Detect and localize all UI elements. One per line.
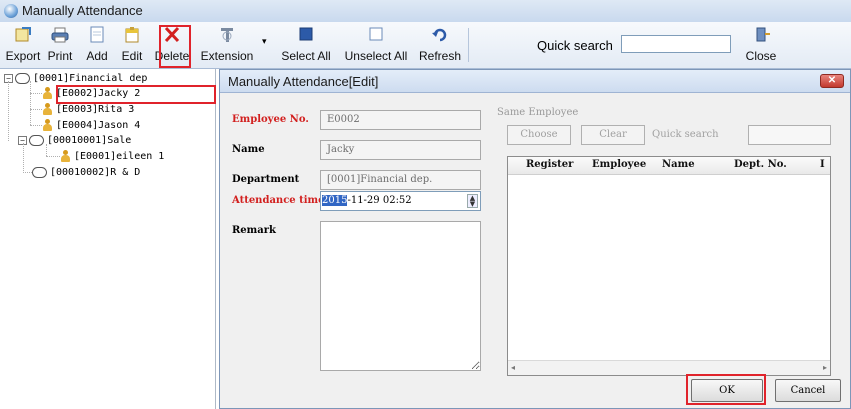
tree-node-employee[interactable]: [E0003]Rita 3 (42, 102, 134, 117)
toolbar-separator (468, 28, 469, 62)
attendance-date-time: -11-29 02:52 (347, 195, 412, 206)
quick-search-label: Quick search (537, 38, 613, 53)
select-all-button[interactable]: Select All (276, 24, 336, 66)
select-all-icon (299, 27, 313, 41)
tree-node-employee[interactable]: [E0004]Jason 4 (42, 118, 140, 133)
print-button[interactable]: Print (42, 24, 78, 66)
add-button[interactable]: Add (80, 24, 114, 66)
same-employee-label: Same Employee (497, 107, 579, 118)
column-header[interactable]: Register (526, 159, 573, 170)
scroll-left-icon[interactable]: ◂ (511, 363, 515, 372)
tree-connector (30, 109, 42, 111)
extension-dropdown-icon[interactable]: ▾ (262, 36, 267, 47)
column-header[interactable]: I (820, 159, 825, 170)
window-title: Manually Attendance (22, 3, 143, 18)
spin-updown-icon[interactable]: ▲ ▼ (467, 194, 478, 208)
name-field: Jacky (320, 140, 481, 160)
employee-icon (42, 119, 53, 131)
dialog-close-icon[interactable]: ✕ (820, 74, 844, 88)
employee-no-label: Employee No. (232, 114, 309, 125)
export-button[interactable]: Export (4, 24, 42, 66)
unselect-all-button[interactable]: Unselect All (338, 24, 414, 66)
refresh-button[interactable]: Refresh (416, 24, 464, 66)
same-employee-grid[interactable]: Register Employee Name Dept. No. I ◂ ▸ (507, 156, 831, 376)
tree-connector (8, 81, 9, 141)
department-icon (15, 72, 30, 84)
department-label: Department (232, 174, 300, 185)
tree-connector (30, 81, 31, 125)
tree-node-sale[interactable]: − [00010001]Sale (18, 133, 131, 148)
cancel-button[interactable]: Cancel (775, 379, 841, 402)
remark-textarea[interactable] (320, 221, 481, 371)
clear-button[interactable]: Clear (581, 125, 645, 145)
tree-node-employee[interactable]: [E0001]eileen 1 (60, 149, 164, 164)
scroll-right-icon[interactable]: ▸ (823, 363, 827, 372)
extension-button[interactable]: Extension (194, 24, 260, 66)
column-header[interactable]: Name (662, 159, 695, 170)
refresh-icon (432, 28, 447, 42)
remark-label: Remark (232, 225, 276, 236)
edit-button-highlight (159, 25, 191, 68)
printer-icon (51, 27, 69, 43)
tree-node-financial[interactable]: − [0001]Financial dep (4, 71, 147, 86)
ok-button-highlight (686, 374, 766, 405)
tree-connector (23, 172, 32, 174)
tree-connector (46, 144, 47, 156)
close-button[interactable]: Close (742, 24, 780, 66)
selected-employee-highlight (56, 85, 216, 104)
employee-icon (60, 150, 71, 162)
dialog-title-bar: Manually Attendance[Edit] ✕ (220, 70, 850, 93)
department-tree: − [0001]Financial dep [E0002]Jacky 2 [E00… (0, 69, 216, 409)
attendance-time-label: Attendance time (232, 195, 325, 206)
column-header[interactable]: Dept. No. (734, 159, 787, 170)
tree-connector (23, 143, 24, 173)
tree-connector (30, 93, 42, 95)
employee-icon (42, 87, 53, 99)
tree-node-rnd[interactable]: [00010002]R & D (32, 165, 140, 180)
app-title-bar: Manually Attendance (0, 0, 851, 23)
same-employee-quick-search-input[interactable] (748, 125, 831, 145)
extension-icon (221, 28, 233, 42)
employee-no-field: E0002 (320, 110, 481, 130)
same-employee-quick-search-label: Quick search (652, 129, 719, 140)
department-icon (29, 134, 44, 146)
unselect-all-icon (369, 27, 383, 41)
edit-button[interactable]: Edit (116, 24, 148, 66)
department-icon (32, 166, 47, 178)
tree-connector (46, 156, 60, 158)
column-header[interactable]: Employee (592, 159, 646, 170)
add-document-icon (90, 26, 104, 43)
attendance-time-picker[interactable]: 2015-11-29 02:52 ▲ ▼ (320, 191, 481, 211)
toolbar: Export Print Add Edit Delete Extension ▾… (0, 22, 851, 69)
quick-search-input[interactable] (621, 35, 731, 53)
attendance-year-selection: 2015 (322, 195, 348, 206)
dialog-title: Manually Attendance[Edit] (228, 74, 379, 89)
app-globe-icon (4, 4, 18, 18)
edit-icon (125, 27, 139, 43)
edit-attendance-dialog: Manually Attendance[Edit] ✕ Employee No.… (219, 69, 851, 409)
close-door-icon (756, 27, 770, 42)
horizontal-scrollbar[interactable]: ◂ ▸ (508, 360, 830, 375)
choose-button[interactable]: Choose (507, 125, 571, 145)
same-employee-group: Same Employee Choose Clear Quick search … (495, 107, 843, 397)
export-icon (15, 27, 31, 42)
name-label: Name (232, 144, 265, 155)
employee-icon (42, 103, 53, 115)
department-field: [0001]Financial dep. (320, 170, 481, 190)
tree-connector (30, 125, 42, 127)
grid-header: Register Employee Name Dept. No. I (508, 157, 830, 175)
